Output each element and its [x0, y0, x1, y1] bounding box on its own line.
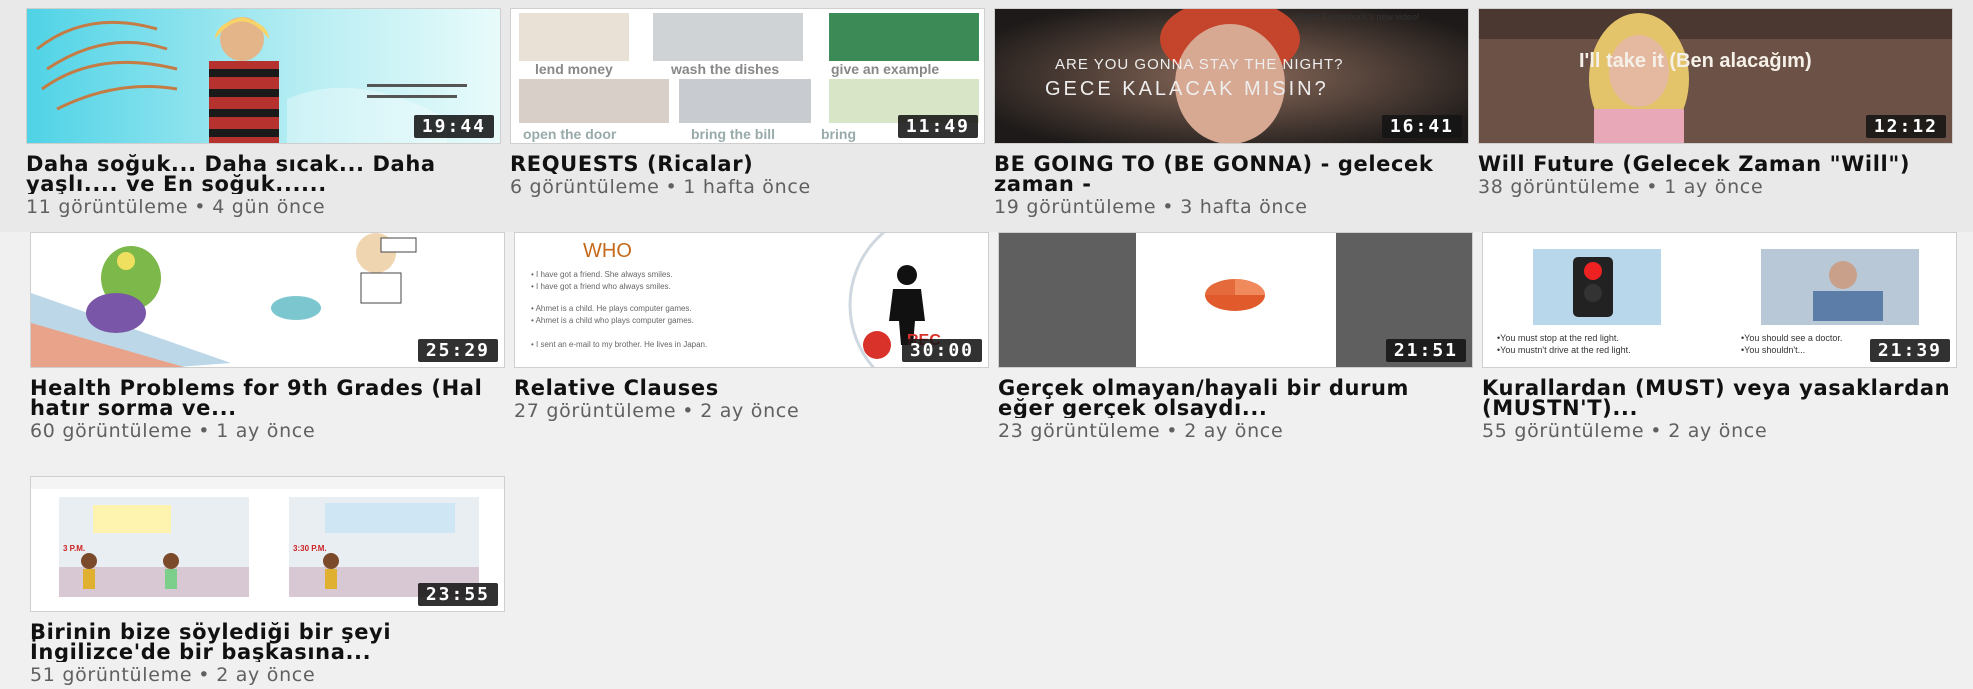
video-card[interactable]: 3 P.M. 3:30 P.M. 23:55 Birinin bize söyl… [30, 476, 505, 686]
video-meta: 6 görüntüleme • 1 hafta önce [510, 176, 985, 198]
thumb-caption: •You shouldn't... [1741, 345, 1805, 355]
video-meta: 23 görüntüleme • 2 ay önce [998, 420, 1473, 442]
meta-separator: • [194, 196, 207, 218]
thumb-caption: lend money [535, 61, 613, 77]
video-title[interactable]: Daha soğuk... Daha sıcak... Daha yaşlı..… [26, 154, 501, 194]
video-title[interactable]: Birinin bize söylediği bir şeyi İngilizc… [30, 622, 505, 662]
upload-age: 2 ay önce [1184, 420, 1284, 442]
video-thumbnail[interactable]: lend money wash the dishes give an examp… [510, 8, 985, 144]
meta-separator: • [1646, 176, 1659, 198]
view-count: 19 görüntüleme [994, 196, 1157, 218]
view-count: 55 görüntüleme [1482, 420, 1645, 442]
upload-age: 2 ay önce [700, 400, 800, 422]
video-card[interactable]: lend money wash the dishes give an examp… [510, 8, 985, 198]
video-meta: 27 görüntüleme • 2 ay önce [514, 400, 989, 422]
video-title[interactable]: Kurallardan (MUST) veya yasaklardan (MUS… [1482, 378, 1957, 418]
upload-age: 2 ay önce [1668, 420, 1768, 442]
thumb-caption: Watch Fennaporik's new video! [1295, 12, 1419, 22]
thumb-caption: 3 P.M. [63, 544, 85, 553]
view-count: 51 görüntüleme [30, 664, 193, 686]
thumb-caption: give an example [831, 61, 939, 77]
upload-age: 2 ay önce [216, 664, 316, 686]
thumb-caption: • I sent an e-mail to my brother. He liv… [531, 340, 707, 349]
meta-separator: • [665, 176, 678, 198]
meta-separator: • [1650, 420, 1663, 442]
thumb-caption: • Ahmet is a child who plays computer ga… [531, 316, 694, 325]
thumb-caption: ARE YOU GONNA STAY THE NIGHT? [1055, 56, 1344, 73]
thumb-caption: •You should see a doctor. [1741, 333, 1842, 343]
video-meta: 19 görüntüleme • 3 hafta önce [994, 196, 1469, 218]
video-title[interactable]: Relative Clauses [514, 378, 989, 398]
thumb-caption: • I have got a friend. She always smiles… [531, 270, 673, 279]
video-title[interactable]: BE GOING TO (BE GONNA) - gelecek zaman - [994, 154, 1469, 194]
video-thumbnail[interactable]: 25:29 [30, 232, 505, 368]
video-meta: 55 görüntüleme • 2 ay önce [1482, 420, 1957, 442]
video-duration: 11:49 [897, 115, 978, 138]
video-meta: 51 görüntüleme • 2 ay önce [30, 664, 505, 686]
video-title[interactable]: REQUESTS (Ricalar) [510, 154, 985, 174]
thumb-caption: I'll take it (Ben alacağım) [1579, 50, 1812, 72]
video-card[interactable]: 21:51 Gerçek olmayan/hayali bir durum eğ… [998, 232, 1473, 442]
meta-separator: • [1166, 420, 1179, 442]
thumb-caption: •You must stop at the red light. [1497, 333, 1619, 343]
video-duration: 19:44 [413, 115, 494, 138]
upload-age: 4 gün önce [212, 196, 326, 218]
video-thumbnail[interactable]: I'll take it (Ben alacağım) 12:12 [1478, 8, 1953, 144]
video-duration: 25:29 [417, 339, 498, 362]
video-card[interactable]: 25:29 Health Problems for 9th Grades (Ha… [30, 232, 505, 442]
video-thumbnail[interactable]: WHO • I have got a friend. She always sm… [514, 232, 989, 368]
video-title[interactable]: Health Problems for 9th Grades (Hal hatı… [30, 378, 505, 418]
thumb-caption: • Ahmet is a child. He plays computer ga… [531, 304, 692, 313]
video-title[interactable]: Will Future (Gelecek Zaman "Will") [1478, 154, 1953, 174]
video-duration: 16:41 [1381, 115, 1462, 138]
video-card[interactable]: Watch Fennaporik's new video! ARE YOU GO… [994, 8, 1469, 218]
meta-separator: • [198, 420, 211, 442]
video-thumbnail[interactable]: 3 P.M. 3:30 P.M. 23:55 [30, 476, 505, 612]
video-duration: 21:39 [1869, 339, 1950, 362]
thumb-caption: •You mustn't drive at the red light. [1497, 345, 1631, 355]
thumb-caption: • I have got a friend who always smiles. [531, 282, 671, 291]
thumb-caption: open the door [523, 126, 617, 142]
meta-separator: • [682, 400, 695, 422]
video-card[interactable]: 19:44 Daha soğuk... Daha sıcak... Daha y… [26, 8, 501, 218]
view-count: 11 görüntüleme [26, 196, 189, 218]
video-title[interactable]: Gerçek olmayan/hayali bir durum eğer ger… [998, 378, 1473, 418]
thumb-caption: bring the bill [691, 126, 775, 142]
thumb-caption: bring [821, 126, 856, 142]
video-duration: 30:00 [901, 339, 982, 362]
video-duration: 21:51 [1385, 339, 1466, 362]
video-thumbnail[interactable]: 19:44 [26, 8, 501, 144]
view-count: 6 görüntüleme [510, 176, 660, 198]
view-count: 60 görüntüleme [30, 420, 193, 442]
video-thumbnail[interactable]: 21:51 [998, 232, 1473, 368]
meta-separator: • [1162, 196, 1175, 218]
thumb-caption: WHO [583, 240, 632, 262]
upload-age: 1 ay önce [216, 420, 316, 442]
video-meta: 60 görüntüleme • 1 ay önce [30, 420, 505, 442]
video-duration: 23:55 [417, 583, 498, 606]
video-meta: 11 görüntüleme • 4 gün önce [26, 196, 501, 218]
video-card[interactable]: WHO • I have got a friend. She always sm… [514, 232, 989, 422]
video-duration: 12:12 [1865, 115, 1946, 138]
meta-separator: • [198, 664, 211, 686]
upload-age: 1 ay önce [1664, 176, 1764, 198]
video-card[interactable]: I'll take it (Ben alacağım) 12:12 Will F… [1478, 8, 1953, 198]
view-count: 38 görüntüleme [1478, 176, 1641, 198]
video-thumbnail[interactable]: Watch Fennaporik's new video! ARE YOU GO… [994, 8, 1469, 144]
video-card[interactable]: •You must stop at the red light. •You mu… [1482, 232, 1957, 442]
thumb-caption: 3:30 P.M. [293, 544, 327, 553]
thumb-caption: wash the dishes [670, 61, 779, 77]
upload-age: 1 hafta önce [683, 176, 811, 198]
view-count: 23 görüntüleme [998, 420, 1161, 442]
view-count: 27 görüntüleme [514, 400, 677, 422]
upload-age: 3 hafta önce [1180, 196, 1308, 218]
video-thumbnail[interactable]: •You must stop at the red light. •You mu… [1482, 232, 1957, 368]
video-meta: 38 görüntüleme • 1 ay önce [1478, 176, 1953, 198]
thumb-caption: GECE KALACAK MISIN? [1045, 78, 1329, 100]
